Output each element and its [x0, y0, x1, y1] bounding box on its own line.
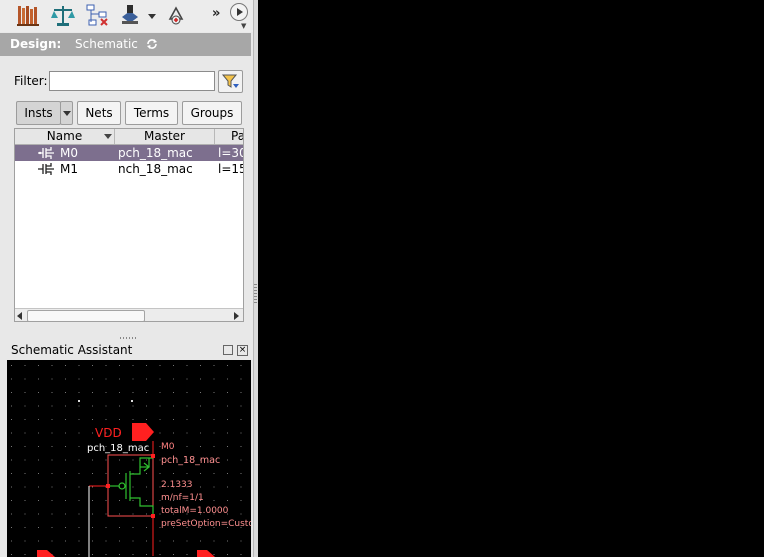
instance-table: Name Master Pa M0 pch_18_mac l=30 M1 nch…	[14, 128, 244, 322]
row-params: l=15	[218, 162, 244, 176]
schematic-preview[interactable]: VDD pch_18_mac M0 pch_18_mac 2.1333 m/nf…	[7, 360, 251, 557]
toolbar: » ▼	[0, 0, 253, 32]
splitter-handle[interactable]	[120, 337, 138, 339]
column-header-master[interactable]: Master	[115, 129, 215, 144]
side-panel: » ▼ Design: Schematic Filter: Insts Nets…	[0, 0, 253, 557]
row-master: pch_18_mac	[118, 146, 193, 160]
horizontal-scrollbar[interactable]	[15, 308, 243, 321]
tab-groups[interactable]: Groups	[182, 101, 242, 125]
row-name: M1	[60, 162, 78, 176]
param-mnf-label: m/nf=1/1	[161, 493, 204, 503]
param-total-label: totalM=1.0000	[161, 506, 229, 516]
scroll-left-icon[interactable]	[17, 312, 22, 320]
row-master: nch_18_mac	[118, 162, 193, 176]
filter-button[interactable]	[218, 70, 243, 93]
table-row[interactable]: M1 nch_18_mac l=15	[15, 161, 244, 177]
filter-label: Filter:	[14, 74, 48, 88]
tab-insts[interactable]: Insts	[16, 101, 61, 125]
inst-name-label: M0	[161, 442, 175, 452]
library-icon[interactable]	[16, 3, 40, 27]
close-icon[interactable]: ×	[237, 345, 248, 356]
table-row[interactable]: M0 pch_18_mac l=30	[15, 145, 244, 161]
design-header: Design: Schematic	[0, 33, 251, 56]
table-header: Name Master Pa	[15, 129, 243, 145]
toolbar-scroll-down-icon[interactable]: ▼	[241, 22, 251, 32]
inst-master-label: pch_18_mac	[161, 455, 220, 466]
column-header-name-label: Name	[46, 129, 83, 143]
sort-arrow-icon	[104, 134, 112, 139]
toolbar-overflow-button[interactable]: »	[212, 6, 220, 21]
balance-icon[interactable]	[51, 3, 75, 27]
scrollbar-thumb[interactable]	[27, 310, 145, 321]
recycle-icon[interactable]	[164, 3, 188, 27]
canvas-area[interactable]	[258, 0, 764, 557]
transistor-icon	[38, 147, 54, 159]
stamp-icon[interactable]	[118, 3, 142, 27]
float-icon[interactable]	[223, 345, 233, 355]
column-header-params[interactable]: Pa	[215, 129, 243, 144]
param-w-label: 2.1333	[161, 480, 193, 490]
tab-nets[interactable]: Nets	[77, 101, 121, 125]
param-preset-label: preSetOption=Custo	[161, 519, 251, 529]
design-label: Design:	[10, 37, 62, 51]
scroll-right-icon[interactable]	[234, 312, 239, 320]
splitter-grip[interactable]	[254, 284, 257, 304]
row-params: l=30	[218, 146, 244, 160]
insts-dropdown-button[interactable]	[60, 101, 73, 125]
column-header-name[interactable]: Name	[15, 129, 115, 144]
filter-input[interactable]	[49, 71, 215, 91]
schematic-canvas: VDD pch_18_mac M0 pch_18_mac 2.1333 m/nf…	[7, 360, 251, 557]
filter-icon	[221, 74, 239, 88]
refresh-icon[interactable]	[146, 38, 158, 50]
master-label: pch_18_mac	[87, 443, 149, 454]
chevron-down-icon[interactable]	[145, 3, 159, 27]
design-value: Schematic	[75, 37, 138, 51]
tab-terms[interactable]: Terms	[125, 101, 178, 125]
play-icon[interactable]	[230, 3, 248, 21]
assistant-title: Schematic Assistant	[11, 343, 133, 357]
hierarchy-icon[interactable]	[85, 3, 109, 27]
row-name: M0	[60, 146, 78, 160]
transistor-icon	[38, 163, 54, 175]
vdd-label: VDD	[95, 426, 122, 440]
